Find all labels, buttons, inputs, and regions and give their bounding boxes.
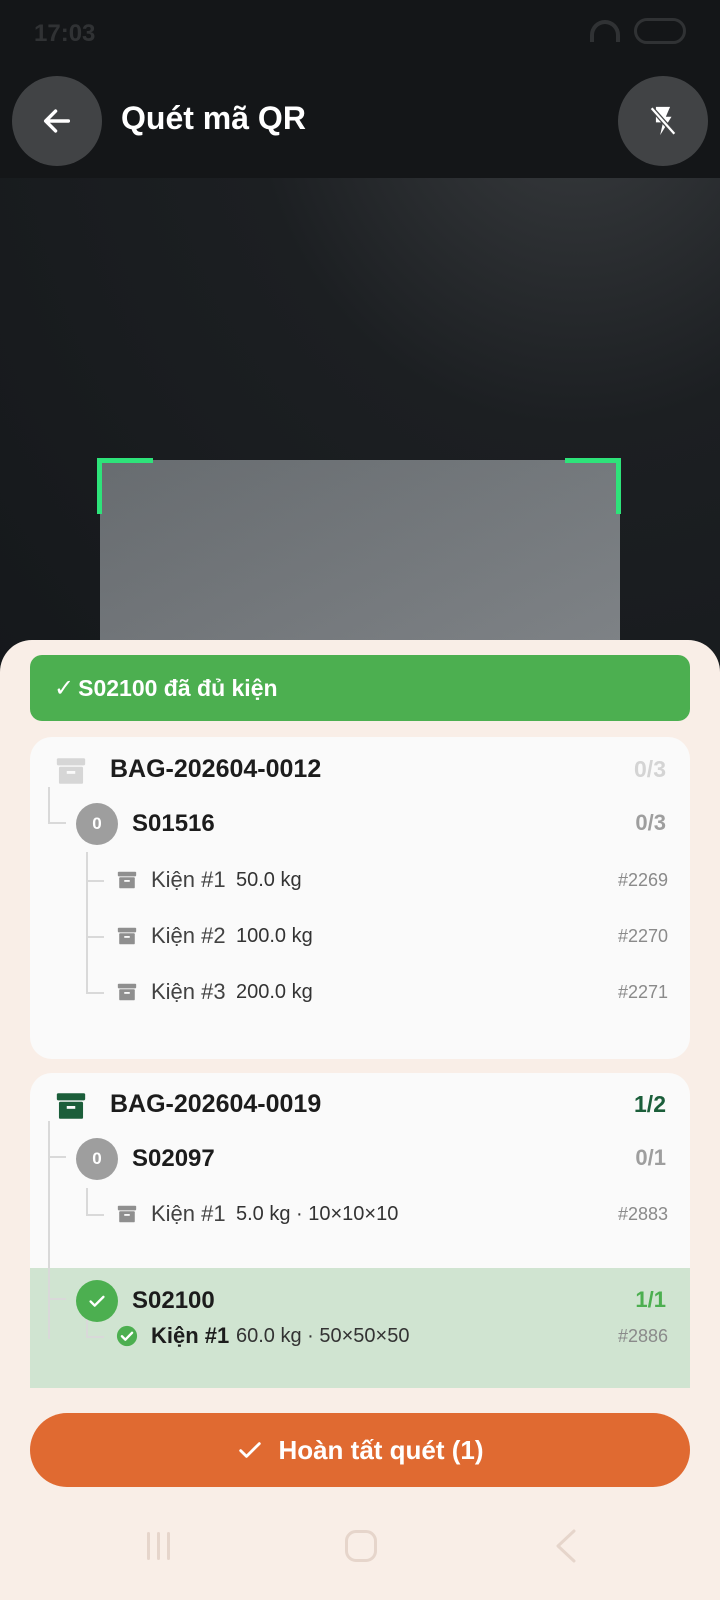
- wifi-icon: [590, 20, 620, 42]
- package-row[interactable]: Kiện #2 100.0 kg #2270: [30, 908, 690, 964]
- back-button[interactable]: [12, 76, 102, 166]
- bag-count: 0/3: [634, 756, 666, 782]
- bag-count: 1/2: [634, 1091, 666, 1117]
- order-status-badge: 0: [76, 1138, 118, 1180]
- order-status-badge: 0: [76, 803, 118, 845]
- order-count: 0/1: [635, 1145, 666, 1170]
- archive-box-icon: [117, 983, 137, 1001]
- package-row[interactable]: Kiện #3 200.0 kg #2271: [30, 964, 690, 1020]
- package-detail: 100.0 kg: [236, 925, 313, 947]
- package-row[interactable]: Kiện #1 5.0 kg · 10×10×10 #2883: [30, 1186, 690, 1242]
- bag-card: BAG-202604-0019 1/2 0 S02097 0/1 Kiện #1…: [30, 1073, 690, 1388]
- battery-icon: [634, 18, 686, 44]
- success-banner: ✓ S02100 đã đủ kiện: [30, 655, 690, 721]
- archive-box-icon: [56, 758, 86, 784]
- archive-box-icon: [56, 1093, 86, 1119]
- package-id: #2883: [617, 1204, 668, 1224]
- page-title: Quét mã QR: [121, 100, 306, 136]
- package-detail: 50.0 kg: [236, 869, 302, 891]
- package-label: Kiện #1: [151, 1323, 230, 1348]
- status-time: 17:03: [34, 20, 96, 47]
- arrow-left-icon: [43, 109, 71, 133]
- finish-scan-label: Hoàn tất quét (1): [278, 1434, 484, 1465]
- bag-card: BAG-202604-0012 0/3 0 S01516 0/3 Kiện #1…: [30, 737, 690, 1059]
- package-label: Kiện #3: [151, 979, 226, 1004]
- package-detail: 60.0 kg · 50×50×50: [236, 1325, 410, 1347]
- package-id: #2886: [617, 1326, 668, 1346]
- package-id: #2269: [617, 870, 668, 890]
- package-label: Kiện #1: [151, 867, 226, 892]
- status-bar: 17:03: [0, 0, 720, 64]
- check-circle-icon: [116, 1325, 138, 1347]
- nav-back-icon[interactable]: [552, 1528, 578, 1564]
- recent-apps-icon[interactable]: [147, 1532, 175, 1560]
- order-code: S01516: [132, 810, 215, 837]
- package-row[interactable]: Kiện #1 50.0 kg #2269: [30, 852, 690, 908]
- scan-frame-corner-top-left: [97, 458, 153, 514]
- package-label: Kiện #2: [151, 923, 226, 948]
- system-nav-bar: [0, 1520, 720, 1600]
- package-detail: 5.0 kg · 10×10×10: [236, 1203, 399, 1225]
- bag-code: BAG-202604-0012: [110, 755, 322, 783]
- banner-text: S02100 đã đủ kiện: [78, 674, 278, 701]
- archive-box-icon: [117, 1205, 137, 1223]
- package-label: Kiện #1: [151, 1201, 226, 1226]
- bag-code: BAG-202604-0019: [110, 1090, 322, 1118]
- archive-box-icon: [117, 927, 137, 945]
- order-row[interactable]: 0 S01516 0/3: [30, 793, 690, 855]
- order-count: 0/3: [635, 810, 666, 835]
- flash-toggle-button[interactable]: [618, 76, 708, 166]
- package-row-completed[interactable]: Kiện #1 60.0 kg · 50×50×50 #2886: [30, 1308, 690, 1364]
- order-code: S02097: [132, 1145, 215, 1172]
- finish-scan-button[interactable]: Hoàn tất quét (1): [30, 1413, 690, 1487]
- home-icon[interactable]: [345, 1530, 377, 1562]
- package-detail: 200.0 kg: [236, 981, 313, 1003]
- archive-box-icon: [117, 871, 137, 889]
- flash-off-icon: [649, 106, 677, 136]
- order-row[interactable]: 0 S02097 0/1: [30, 1128, 690, 1190]
- scan-frame-corner-top-right: [565, 458, 621, 514]
- check-icon: [239, 1442, 262, 1458]
- package-id: #2270: [617, 926, 668, 946]
- package-id: #2271: [617, 982, 668, 1002]
- check-icon: ✓: [54, 674, 75, 702]
